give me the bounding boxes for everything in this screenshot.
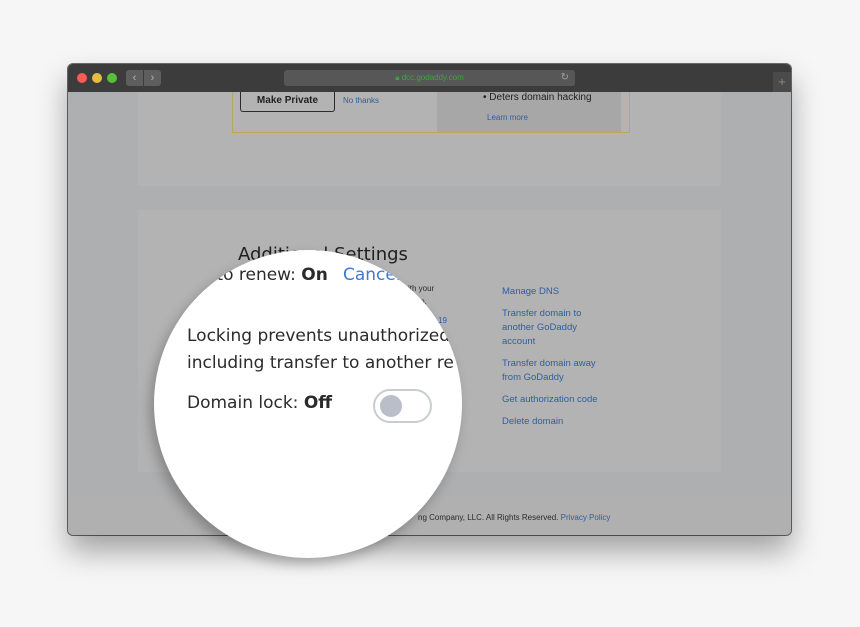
domain-lock-status: Domain lock: Off bbox=[187, 393, 333, 413]
close-window-button[interactable] bbox=[77, 73, 87, 83]
make-private-button[interactable]: Make Private bbox=[240, 92, 335, 112]
forward-button[interactable]: › bbox=[144, 70, 161, 86]
minimize-window-button[interactable] bbox=[92, 73, 102, 83]
footer: ng Company, LLC. All Rights Reserved. Pr… bbox=[68, 496, 791, 535]
privacy-promo: Make Private No thanks • Deters domain h… bbox=[232, 92, 630, 133]
address-bar[interactable]: 🔒︎ dcc.godaddy.com ↻ bbox=[284, 70, 575, 86]
auto-renew-status: Auto renew: On bbox=[194, 265, 328, 285]
toggle-knob bbox=[380, 395, 402, 417]
get-auth-code-link[interactable]: Get authorization code bbox=[502, 393, 632, 407]
reload-icon[interactable]: ↻ bbox=[561, 70, 569, 86]
lock-description-line2: including transfer to another re bbox=[187, 353, 454, 373]
cancel-auto-renew-link[interactable]: Cancel bbox=[343, 265, 401, 285]
no-thanks-link[interactable]: No thanks bbox=[343, 96, 379, 105]
url-text: dcc.godaddy.com bbox=[401, 73, 464, 82]
copyright: ng Company, LLC. All Rights Reserved. Pr… bbox=[418, 513, 611, 522]
title-bar: ‹ › 🔒︎ dcc.godaddy.com ↻ + bbox=[68, 64, 791, 92]
transfer-away-link[interactable]: Transfer domain away from GoDaddy bbox=[502, 357, 617, 385]
learn-more-link[interactable]: Learn more bbox=[487, 113, 528, 122]
domain-actions: Manage DNS Transfer domain to another Go… bbox=[502, 285, 632, 437]
zoom-window-button[interactable] bbox=[107, 73, 117, 83]
magnifier-lens: Auto renew: On Cancel Locking prevents u… bbox=[154, 250, 462, 558]
plus-icon: + bbox=[778, 74, 786, 89]
privacy-policy-link[interactable]: Privacy Policy bbox=[561, 513, 611, 522]
lock-description-line1: Locking prevents unauthorized bbox=[187, 326, 451, 346]
back-button[interactable]: ‹ bbox=[126, 70, 143, 86]
promo-benefits: • Deters domain hacking Learn more bbox=[437, 92, 621, 132]
domain-lock-toggle[interactable] bbox=[373, 389, 432, 423]
delete-domain-link[interactable]: Delete domain bbox=[502, 415, 632, 429]
privacy-card: Make Private No thanks • Deters domain h… bbox=[138, 92, 721, 186]
benefit-item: • Deters domain hacking bbox=[483, 92, 592, 103]
manage-dns-link[interactable]: Manage DNS bbox=[502, 285, 632, 299]
lock-icon: 🔒︎ bbox=[395, 73, 400, 82]
new-tab-button[interactable]: + bbox=[773, 72, 791, 92]
transfer-to-godaddy-account-link[interactable]: Transfer domain to another GoDaddy accou… bbox=[502, 307, 612, 349]
